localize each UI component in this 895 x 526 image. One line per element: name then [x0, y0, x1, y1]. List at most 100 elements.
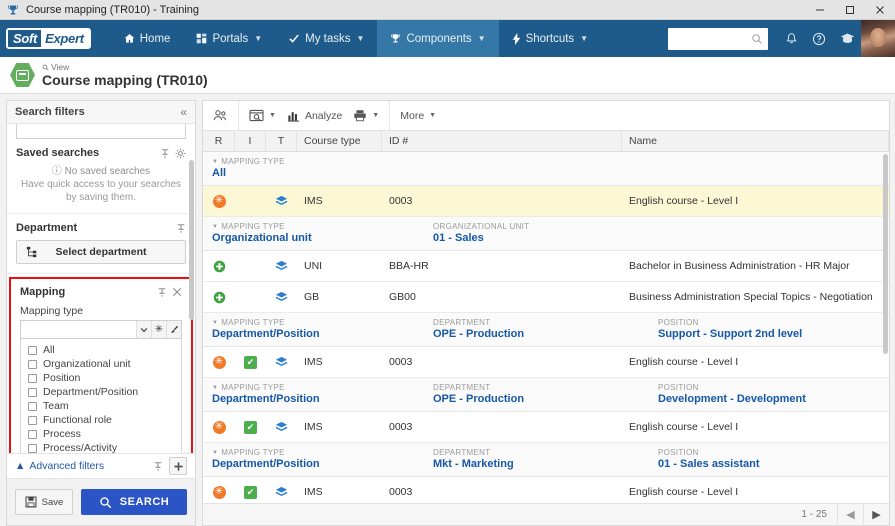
caret-down-icon[interactable]: ▼	[212, 159, 218, 165]
pagination-next-button[interactable]: ▶	[863, 503, 889, 526]
green-check-icon[interactable]: ✔	[244, 420, 257, 434]
column-header-i[interactable]: I	[235, 130, 266, 152]
table-row[interactable]: ✳ IMS 0003 English course - Level I	[203, 186, 889, 217]
minimize-button[interactable]	[805, 0, 835, 20]
mapping-option[interactable]: Position	[21, 371, 181, 385]
mapping-option[interactable]: Functional role	[21, 413, 181, 427]
add-filter-button[interactable]	[169, 457, 187, 475]
avatar[interactable]	[861, 20, 895, 57]
green-plus-icon[interactable]	[213, 260, 226, 273]
nav-item-my-tasks[interactable]: My tasks ▼	[275, 20, 377, 57]
group-header-row[interactable]: ▼ MAPPING TYPE Department/Position DEPART…	[203, 313, 889, 347]
help-icon[interactable]	[805, 20, 833, 57]
checkbox-icon[interactable]	[28, 387, 37, 397]
report-button[interactable]: ▼	[246, 107, 279, 124]
chevron-down-icon[interactable]	[136, 321, 151, 338]
cell-name: Business Administration Special Topics -…	[629, 291, 873, 303]
nav-item-portals[interactable]: Portals ▼	[183, 20, 275, 57]
global-search-input[interactable]	[668, 27, 768, 50]
scrollbar-thumb[interactable]	[883, 154, 888, 354]
group-header-row[interactable]: ▼ MAPPING TYPE All	[203, 152, 889, 186]
checkbox-icon[interactable]	[28, 443, 37, 453]
green-plus-icon[interactable]	[213, 291, 226, 304]
column-header-id[interactable]: ID #	[382, 130, 622, 152]
assign-users-button[interactable]	[210, 107, 231, 125]
checkbox-icon[interactable]	[28, 415, 37, 425]
mapping-option[interactable]: Organizational unit	[21, 357, 181, 371]
partial-filter-input[interactable]	[16, 124, 186, 139]
orange-asterisk-icon[interactable]: ✳	[212, 194, 226, 208]
blue-layers-icon[interactable]	[275, 356, 288, 368]
mapping-option[interactable]: Process	[21, 427, 181, 441]
nav-item-components[interactable]: Components ▼	[377, 20, 499, 57]
mapping-option[interactable]: Process/Activity	[21, 441, 181, 453]
blue-layers-icon[interactable]	[275, 260, 288, 272]
green-check-icon[interactable]: ✔	[244, 485, 257, 499]
table-row[interactable]: ✳ ✔ IMS 0003 English course - Level I	[203, 412, 889, 443]
column-header-r[interactable]: R	[203, 130, 235, 152]
orange-asterisk-icon[interactable]: ✳	[212, 355, 226, 369]
analyze-button[interactable]: Analyze	[284, 107, 345, 124]
scrollbar-thumb[interactable]	[189, 160, 194, 320]
mapping-type-field[interactable]: ✳	[20, 320, 182, 339]
checkbox-icon[interactable]	[28, 373, 37, 383]
pin-icon[interactable]	[157, 287, 167, 298]
pin-icon[interactable]	[153, 461, 163, 472]
column-header-t[interactable]: T	[266, 130, 297, 152]
blue-layers-icon[interactable]	[275, 421, 288, 433]
close-button[interactable]	[865, 0, 895, 20]
group-header-row[interactable]: ▼ MAPPING TYPE Department/Position DEPART…	[203, 443, 889, 477]
pin-icon[interactable]	[160, 148, 170, 159]
caret-down-icon[interactable]: ▼	[212, 224, 218, 230]
caret-down-icon[interactable]: ▼	[212, 450, 218, 456]
brush-icon[interactable]	[166, 321, 181, 338]
mapping-type-options[interactable]: All Organizational unit Position Departm…	[20, 339, 182, 453]
caret-down-icon[interactable]: ▼	[212, 320, 218, 326]
pin-icon[interactable]	[176, 223, 186, 234]
orange-asterisk-icon[interactable]: ✳	[212, 485, 226, 499]
nav-label: Shortcuts	[525, 32, 575, 45]
blue-layers-icon[interactable]	[275, 291, 288, 303]
search-button[interactable]: SEARCH	[81, 489, 187, 515]
orange-asterisk-icon[interactable]: ✳	[212, 420, 226, 434]
mapping-type-input[interactable]	[21, 321, 136, 338]
mapping-option[interactable]: Department/Position	[21, 385, 181, 399]
checkbox-icon[interactable]	[28, 401, 37, 411]
more-menu-button[interactable]: More ▼	[397, 108, 439, 124]
caret-down-icon[interactable]: ▼	[212, 385, 218, 391]
checkbox-icon[interactable]	[28, 359, 37, 369]
table-row[interactable]: ✳ ✔ IMS 0003 English course - Level I	[203, 477, 889, 503]
print-button[interactable]: ▼	[350, 107, 382, 124]
maximize-button[interactable]	[835, 0, 865, 20]
table-row[interactable]: GB GB00 Business Administration Special …	[203, 282, 889, 313]
table-row[interactable]: UNI BBA-HR Bachelor in Business Administ…	[203, 251, 889, 282]
checkbox-icon[interactable]	[28, 429, 37, 439]
blue-layers-icon[interactable]	[275, 486, 288, 498]
nav-item-home[interactable]: Home	[111, 20, 184, 57]
gear-icon[interactable]	[175, 148, 186, 159]
filters-scrollbar[interactable]	[189, 148, 194, 448]
group-header-row[interactable]: ▼ MAPPING TYPE Organizational unit ORGANI…	[203, 217, 889, 251]
select-department-button[interactable]: Select department	[16, 240, 186, 264]
checkbox-icon[interactable]	[28, 345, 37, 355]
table-row[interactable]: ✳ ✔ IMS 0003 English course - Level I	[203, 347, 889, 378]
green-check-icon[interactable]: ✔	[244, 355, 257, 369]
mapping-option[interactable]: All	[21, 343, 181, 357]
softexpert-logo[interactable]: Soft Expert	[6, 28, 91, 49]
nav-item-shortcuts[interactable]: Shortcuts ▼	[499, 20, 602, 57]
mapping-option[interactable]: Team	[21, 399, 181, 413]
group-header-row[interactable]: ▼ MAPPING TYPE Department/Position DEPART…	[203, 378, 889, 412]
save-button[interactable]: Save	[15, 489, 73, 515]
search-icon	[42, 64, 49, 71]
academy-icon[interactable]	[833, 20, 861, 57]
asterisk-icon[interactable]: ✳	[151, 321, 166, 338]
column-header-name[interactable]: Name	[622, 130, 889, 152]
close-icon[interactable]	[172, 287, 182, 297]
pagination-prev-button[interactable]: ◀	[837, 503, 863, 526]
grid-scrollbar[interactable]	[883, 154, 888, 501]
blue-layers-icon[interactable]	[275, 195, 288, 207]
chevron-double-left-icon[interactable]: «	[180, 105, 187, 119]
advanced-filters-link[interactable]: ▲ Advanced filters	[15, 460, 104, 472]
column-header-course-type[interactable]: Course type	[297, 130, 382, 152]
notifications-bell-icon[interactable]	[777, 20, 805, 57]
